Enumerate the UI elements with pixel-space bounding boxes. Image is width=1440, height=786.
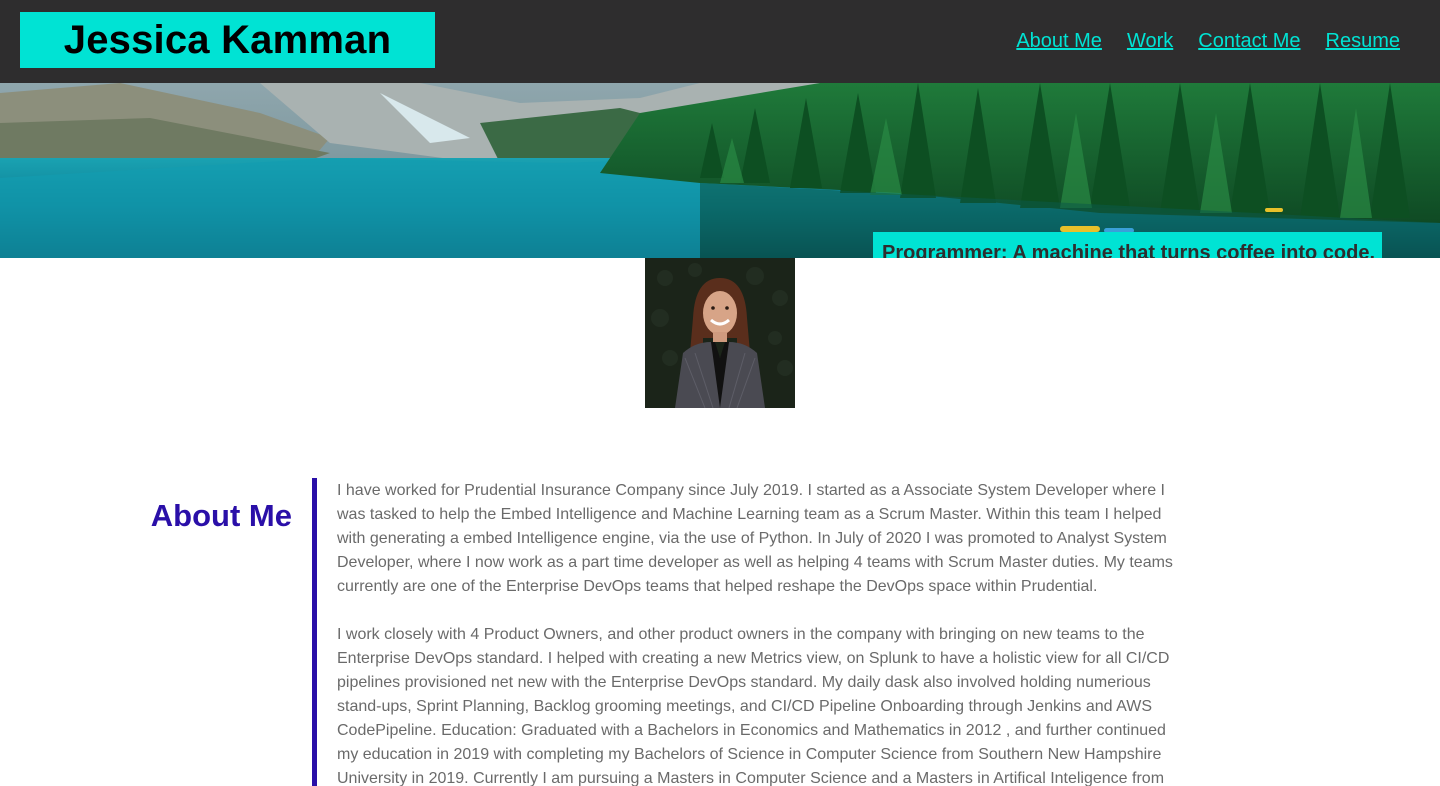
main-nav: About Me Work Contact Me Resume <box>1016 30 1400 53</box>
tagline-box: Programmer: A machine that turns coffee … <box>873 232 1382 258</box>
nav-link-work[interactable]: Work <box>1127 30 1173 53</box>
site-header: Jessica Kamman About Me Work Contact Me … <box>0 0 1440 83</box>
site-title: Jessica Kamman <box>63 17 392 62</box>
nav-link-resume[interactable]: Resume <box>1326 30 1400 53</box>
nav-link-about-me[interactable]: About Me <box>1016 30 1102 53</box>
profile-photo <box>645 258 795 408</box>
section-divider-bar <box>312 478 317 786</box>
about-heading: About Me <box>150 498 292 533</box>
brand-box: Jessica Kamman <box>20 12 435 68</box>
tagline: Programmer: A machine that turns coffee … <box>882 242 1376 258</box>
about-paragraph-1: I have worked for Prudential Insurance C… <box>337 482 1173 595</box>
hero-banner: Programmer: A machine that turns coffee … <box>0 83 1440 258</box>
person-portrait-image <box>645 258 795 408</box>
about-body: I have worked for Prudential Insurance C… <box>337 479 1182 786</box>
nav-link-contact-me[interactable]: Contact Me <box>1198 30 1300 53</box>
about-paragraph-2: I work closely with 4 Product Owners, an… <box>337 626 1170 786</box>
